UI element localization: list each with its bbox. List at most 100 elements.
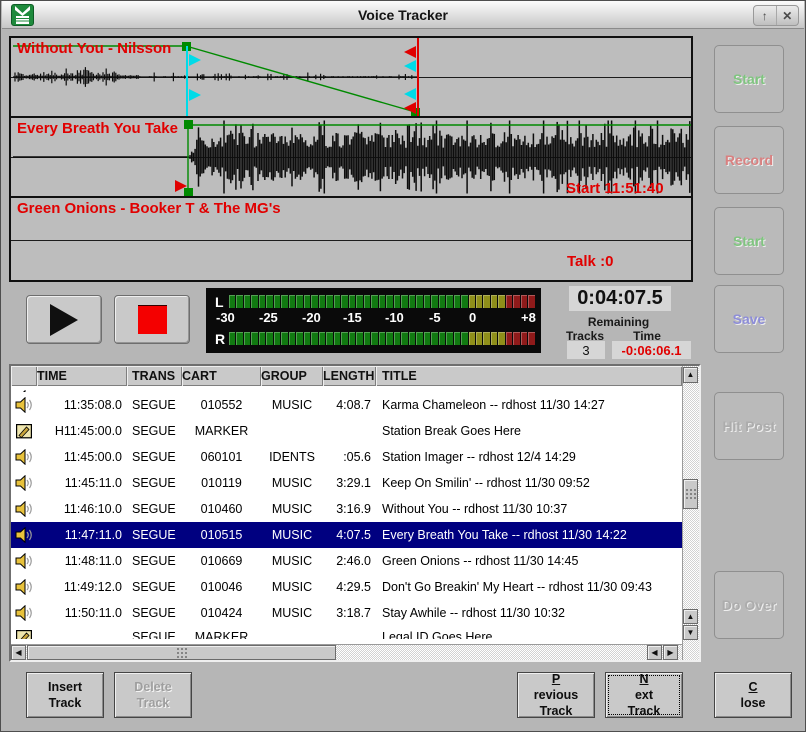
meter-segment [229,295,235,308]
hit-post-button[interactable]: Hit Post [714,392,784,460]
save-button[interactable]: Save [714,285,784,353]
close-button[interactable]: Close [714,672,792,718]
meter-segment [491,295,497,308]
start-track3-button[interactable]: Start [714,207,784,275]
cell-time: 11:48:11.0 [37,554,127,568]
do-over-button[interactable]: Do Over [714,571,784,639]
column-header-title[interactable]: TITLE [376,366,682,386]
cell-trans: SEGUE [127,606,182,620]
meter-scale-tick: -10 [385,310,404,325]
column-header-icon[interactable] [11,366,37,386]
previous-track-button[interactable]: PreviousTrack [517,672,595,718]
cell-group: MUSIC [261,528,323,542]
horizontal-scroll-thumb[interactable] [27,645,336,660]
meter-segment [401,332,407,345]
insert-track-button[interactable]: InsertTrack [26,672,104,718]
cell-cart: 010046 [182,580,261,594]
table-row[interactable]: SEGUEMARKERLegal ID Goes Here [11,626,682,639]
cell-cart: 010119 [182,476,261,490]
cell-length: :05.6 [323,450,376,464]
close-window-button[interactable]: ✕ [776,6,799,25]
cell-length: 2:46.0 [323,554,376,568]
column-header-group[interactable]: GROUP [261,366,323,386]
meter-segment [259,295,265,308]
meter-segment [341,295,347,308]
track3-panel[interactable]: Green Onions - Booker T & The MG's Talk … [11,198,691,280]
next-track-button[interactable]: NextTrack [605,672,683,718]
meter-segment [424,332,430,345]
track2-title: Every Breath You Take [17,120,178,137]
meter-scale-tick: -5 [429,310,441,325]
audio-level-meter: L R -30-25-20-15-10-50+8 [206,288,541,353]
cell-length: 3:29.1 [323,476,376,490]
table-row[interactable]: 11:35:08.0SEGUE010552MUSIC4:08.7Karma Ch… [11,392,682,418]
cell-length: 4:08.7 [323,398,376,412]
cell-trans: SEGUE [127,398,182,412]
column-header-trans[interactable]: TRANS [127,366,182,386]
meter-right-segments [229,332,535,345]
vertical-scrollbar[interactable]: ▲ ▲ ▼ [682,366,699,660]
record-button[interactable]: Record [714,126,784,194]
table-row[interactable]: 11:47:11.0SEGUE010515MUSIC4:07.5Every Br… [11,522,682,548]
horizontal-scrollbar[interactable]: ◀ ◀ ▶ [11,644,682,660]
table-row[interactable]: 11:45:00.0SEGUE060101IDENTS:05.6Station … [11,444,682,470]
speaker-icon [11,527,37,543]
track-waveform-block: Without You - Nilsson Every Breath You T… [9,36,693,282]
track2-panel[interactable]: Every Breath You Take Start 11:51:40 [11,118,691,198]
log-table: TIMETRANSCARTGROUPLENGTHTITLE 11:35:08.0… [9,364,701,662]
meter-segment [469,332,475,345]
title-bar[interactable]: Voice Tracker ↑ ✕ [2,1,804,29]
track3-talk-label: Talk :0 [567,253,613,270]
column-header-time[interactable]: TIME [37,366,127,386]
scroll-left-button[interactable]: ◀ [11,645,26,660]
cell-group: MUSIC [261,502,323,516]
delete-track-button[interactable]: DeleteTrack [114,672,192,718]
table-row[interactable]: 11:45:11.0SEGUE010119MUSIC3:29.1Keep On … [11,470,682,496]
column-header-length[interactable]: LENGTH [323,366,376,386]
scroll-up-button[interactable]: ▲ [683,367,698,383]
meter-segment [364,295,370,308]
speaker-icon [11,397,37,413]
cell-trans: SEGUE [127,476,182,490]
meter-segment [498,295,504,308]
track3-baseline [11,240,691,241]
table-row[interactable]: 11:49:12.0SEGUE010046MUSIC4:29.5Don't Go… [11,574,682,600]
table-row[interactable]: 11:48:11.0SEGUE010669MUSIC2:46.0Green On… [11,548,682,574]
meter-segment [281,332,287,345]
play-button[interactable] [26,295,102,344]
meter-segment [454,295,460,308]
window-controls: ↑ ✕ [753,5,799,26]
cell-time: 11:50:11.0 [37,606,127,620]
meter-segment [469,295,475,308]
column-header-cart[interactable]: CART [182,366,261,386]
meter-segment [506,332,512,345]
meter-segment [446,332,452,345]
stop-button[interactable] [114,295,190,344]
meter-segment [364,332,370,345]
meter-segment [349,332,355,345]
track1-panel[interactable]: Without You - Nilsson [11,38,691,118]
meter-segment [296,332,302,345]
shade-window-button[interactable]: ↑ [754,6,776,25]
table-row[interactable]: 11:46:10.0SEGUE010460MUSIC3:16.9Without … [11,496,682,522]
meter-segment [236,295,242,308]
meter-left-segments [229,295,535,308]
scroll-up-button-2[interactable]: ▲ [683,609,698,624]
cell-cart: 010552 [182,398,261,412]
meter-segment [394,295,400,308]
vertical-scroll-thumb[interactable] [683,479,698,509]
scroll-right-button[interactable]: ▶ [663,645,678,660]
table-row[interactable]: 11:50:11.0SEGUE010424MUSIC3:18.7Stay Awh… [11,600,682,626]
scroll-left-button-2[interactable]: ◀ [647,645,662,660]
window-title: Voice Tracker [2,7,804,23]
speaker-icon [11,475,37,491]
meter-segment [498,332,504,345]
meter-segment [371,295,377,308]
meter-segment [289,332,295,345]
meter-segment [311,295,317,308]
scroll-down-button[interactable]: ▼ [683,625,698,640]
table-row[interactable]: H11:45:00.0SEGUEMARKERStation Break Goes… [11,418,682,444]
voice-tracker-window: Voice Tracker ↑ ✕ Wi [0,0,806,732]
meter-scale-tick: -30 [216,310,235,325]
start-track1-button[interactable]: Start [714,45,784,113]
